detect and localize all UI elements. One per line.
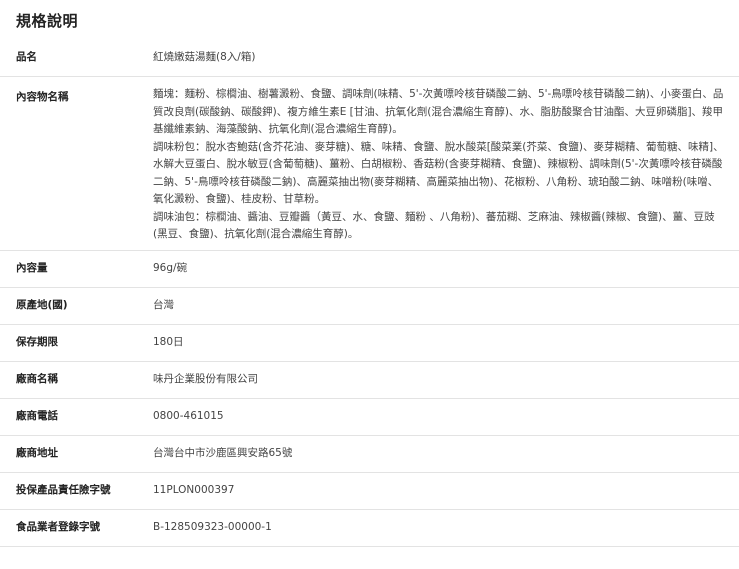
row-label: 廠商名稱 xyxy=(0,361,153,399)
table-row: 品名 紅燒嫩菇湯麵(8入/箱) xyxy=(0,40,739,77)
row-value: 0800-461015 xyxy=(153,398,739,436)
row-label: 內容物名稱 xyxy=(0,76,153,251)
ingredients-seasoning-powder: 調味粉包：脫水杏鮑菇(含芥花油、麥芽糖)、糖、味精、食鹽、脫水酸菜[酸菜業(芥菜… xyxy=(153,140,724,206)
row-value: 味丹企業股份有限公司 xyxy=(153,361,739,399)
table-row: 廠商電話 0800-461015 xyxy=(0,398,739,436)
row-label: 廠商電話 xyxy=(0,398,153,436)
row-value: 11PLON000397 xyxy=(153,472,739,510)
row-value: 台灣台中市沙鹿區興安路65號 xyxy=(153,435,739,473)
row-label: 廠商地址 xyxy=(0,435,153,473)
row-label: 食品業者登錄字號 xyxy=(0,509,153,547)
ingredients-seasoning-oil: 調味油包：棕櫚油、醬油、豆瓣醬（黃豆、水、食鹽、麵粉 、八角粉)、蕃茄糊、芝麻油… xyxy=(153,210,715,241)
row-label: 原產地(國) xyxy=(0,287,153,325)
row-value: 96g/碗 xyxy=(153,250,739,288)
spec-panel: 規格說明 品名 紅燒嫩菇湯麵(8入/箱) 內容物名稱 麵塊：麵粉、棕櫚油、樹薯澱… xyxy=(0,0,739,569)
table-row: 投保產品責任險字號 11PLON000397 xyxy=(0,472,739,510)
table-row: 廠商名稱 味丹企業股份有限公司 xyxy=(0,361,739,399)
table-row: 內容量 96g/碗 xyxy=(0,250,739,288)
section-title: 規格說明 xyxy=(16,12,79,30)
row-label: 投保產品責任險字號 xyxy=(0,472,153,510)
row-value: 麵塊：麵粉、棕櫚油、樹薯澱粉、食鹽、調味劑(味精、5'-次黃嘌呤核苷磷酸二鈉、5… xyxy=(153,76,739,251)
row-value: B-128509323-00000-1 xyxy=(153,509,739,547)
spec-table: 品名 紅燒嫩菇湯麵(8入/箱) 內容物名稱 麵塊：麵粉、棕櫚油、樹薯澱粉、食鹽、… xyxy=(0,40,739,547)
ingredients-noodle: 麵塊：麵粉、棕櫚油、樹薯澱粉、食鹽、調味劑(味精、5'-次黃嘌呤核苷磷酸二鈉、5… xyxy=(153,88,724,135)
table-row: 食品業者登錄字號 B-128509323-00000-1 xyxy=(0,509,739,547)
table-row: 保存期限 180日 xyxy=(0,324,739,362)
row-value: 紅燒嫩菇湯麵(8入/箱) xyxy=(153,40,739,77)
row-label: 保存期限 xyxy=(0,324,153,362)
table-row: 內容物名稱 麵塊：麵粉、棕櫚油、樹薯澱粉、食鹽、調味劑(味精、5'-次黃嘌呤核苷… xyxy=(0,76,739,251)
row-label: 內容量 xyxy=(0,250,153,288)
table-row: 原產地(國) 台灣 xyxy=(0,287,739,325)
row-value: 台灣 xyxy=(153,287,739,325)
table-row: 廠商地址 台灣台中市沙鹿區興安路65號 xyxy=(0,435,739,473)
row-label: 品名 xyxy=(0,40,153,77)
row-value: 180日 xyxy=(153,324,739,362)
